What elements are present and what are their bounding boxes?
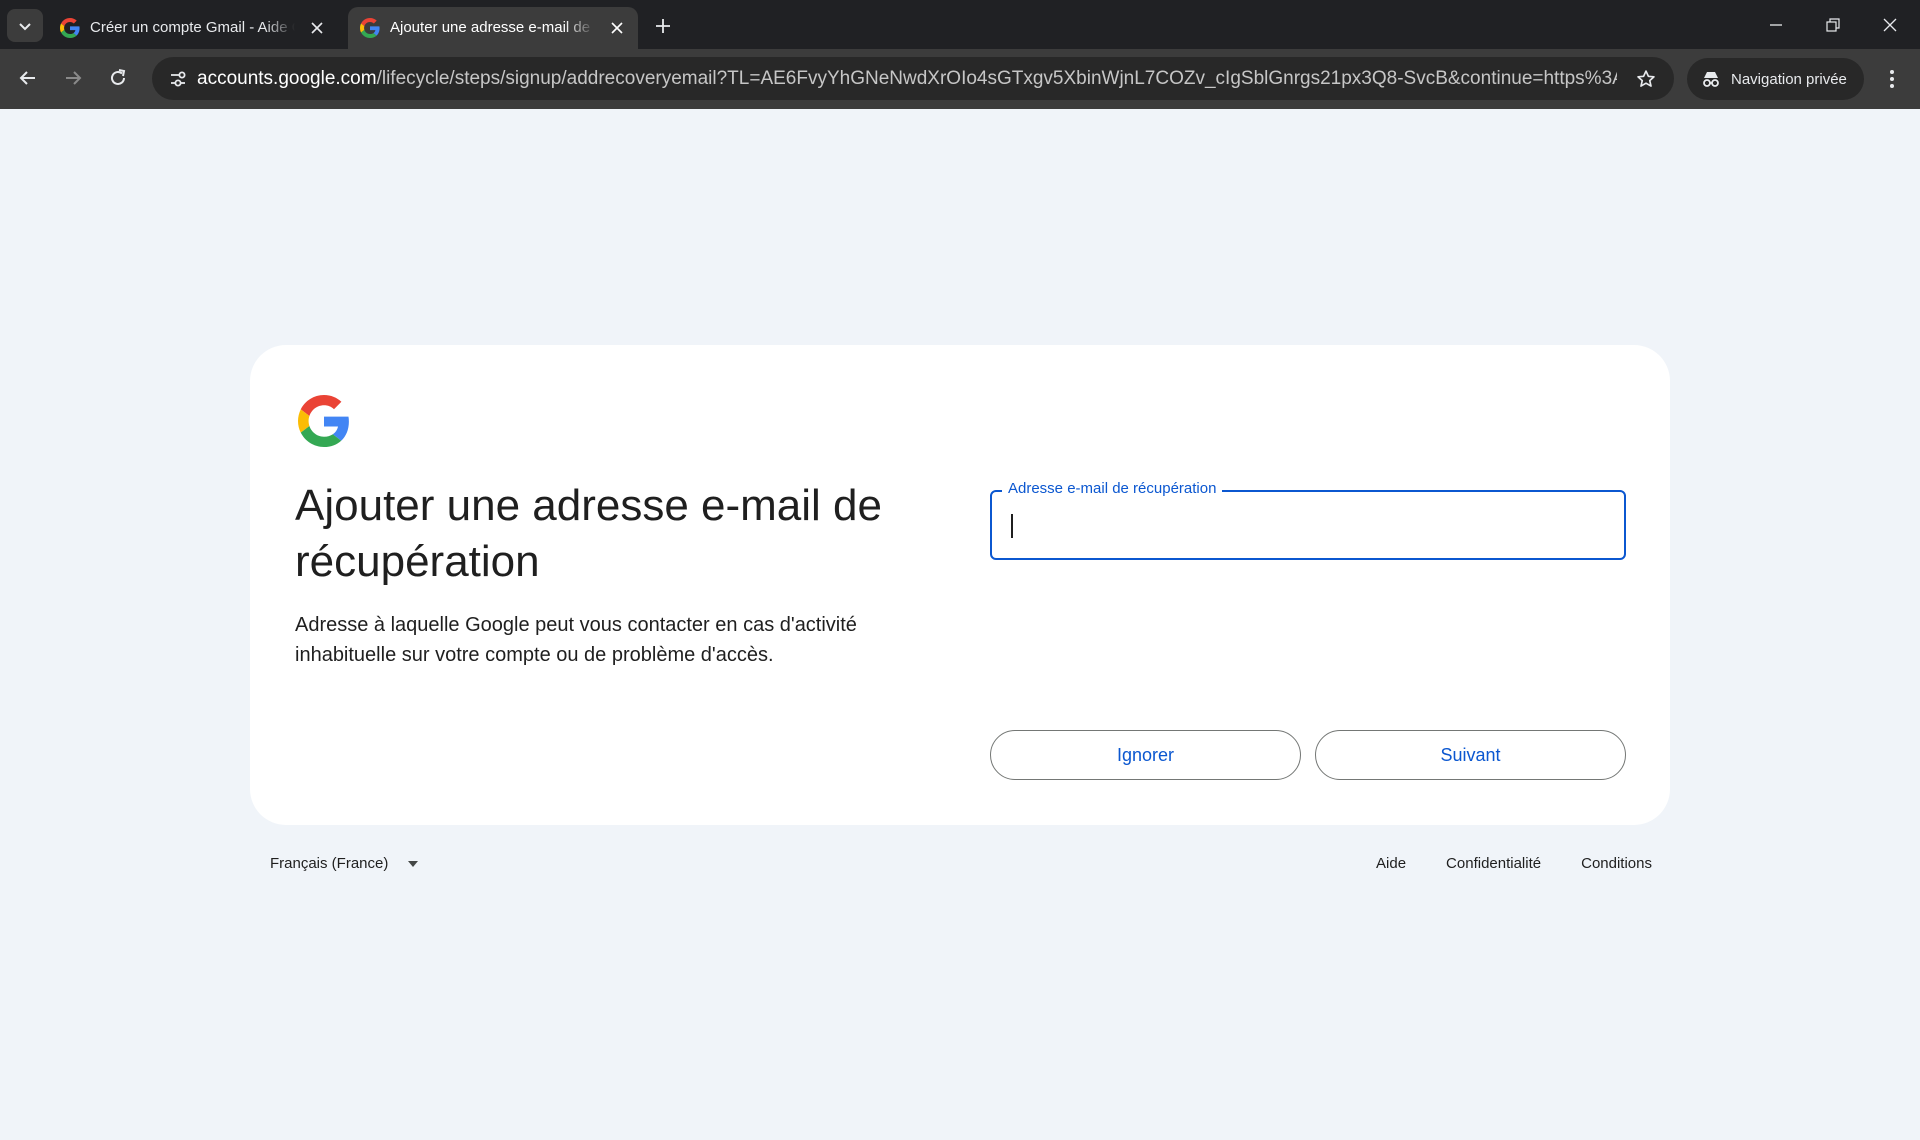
google-favicon-icon <box>360 18 380 38</box>
recovery-email-input[interactable] <box>1008 508 1608 542</box>
tab-close-button[interactable] <box>306 17 328 39</box>
page-description: Adresse à laquelle Google peut vous cont… <box>295 614 857 666</box>
signup-card: Ajouter une adresse e-mail de récupérati… <box>250 345 1670 825</box>
footer: Français (France) Aide Confidentialité C… <box>250 852 1670 882</box>
browser-toolbar: accounts.google.com/lifecycle/steps/sign… <box>0 49 1920 109</box>
privacy-link[interactable]: Confidentialité <box>1446 855 1541 872</box>
recovery-email-label: Adresse e-mail de récupération <box>1002 480 1223 497</box>
restore-icon <box>1826 17 1840 32</box>
url-path: /lifecycle/steps/signup/addrecoveryemail… <box>376 68 1617 89</box>
footer-links: Aide Confidentialité Conditions <box>1336 855 1652 872</box>
recovery-email-field[interactable]: Adresse e-mail de récupération <box>990 480 1626 560</box>
back-button[interactable] <box>11 61 45 95</box>
reload-button[interactable] <box>101 61 135 95</box>
star-icon <box>1637 70 1655 87</box>
tab-search-button[interactable] <box>7 9 43 42</box>
forward-button[interactable] <box>56 61 90 95</box>
url-text[interactable]: accounts.google.com/lifecycle/steps/sign… <box>197 68 1617 90</box>
close-window-button[interactable] <box>1862 0 1918 49</box>
language-selector[interactable]: Français (France) <box>270 855 419 872</box>
tab-recovery-email[interactable]: Ajouter une adresse e-mail de récupérati… <box>348 7 638 49</box>
browser-menu-button[interactable] <box>1876 62 1908 96</box>
terms-link[interactable]: Conditions <box>1581 855 1652 872</box>
address-bar[interactable]: accounts.google.com/lifecycle/steps/sign… <box>152 57 1674 100</box>
reload-icon <box>111 69 126 85</box>
close-icon <box>311 22 323 34</box>
skip-button[interactable]: Ignorer <box>990 730 1301 780</box>
tab-strip: Créer un compte Gmail - Aide Gmail Ajout… <box>0 0 1920 49</box>
google-logo-icon <box>298 395 349 447</box>
google-favicon-icon <box>60 18 80 38</box>
tab-search-icon <box>19 22 31 30</box>
language-label: Français (France) <box>270 855 389 872</box>
incognito-icon <box>1701 70 1721 88</box>
dropdown-arrow-icon <box>408 860 419 867</box>
text-caret <box>1011 514 1013 538</box>
plus-icon <box>656 19 670 33</box>
close-icon <box>1883 18 1897 31</box>
kebab-menu-icon <box>1890 70 1894 88</box>
tab-title: Ajouter une adresse e-mail de récupérati… <box>390 19 595 36</box>
tab-gmail-help[interactable]: Créer un compte Gmail - Aide Gmail <box>48 7 338 49</box>
incognito-indicator[interactable]: Navigation privée <box>1687 58 1864 100</box>
minimize-icon <box>1770 23 1782 26</box>
help-link[interactable]: Aide <box>1376 855 1406 872</box>
close-icon <box>611 22 623 34</box>
back-icon <box>19 71 35 85</box>
site-info-icon <box>171 71 186 87</box>
incognito-label: Navigation privée <box>1731 70 1847 88</box>
url-host: accounts.google.com <box>197 68 377 89</box>
page-title: Ajouter une adresse e-mail de récupérati… <box>295 481 882 586</box>
restore-button[interactable] <box>1805 0 1861 49</box>
site-info-button[interactable] <box>162 63 194 95</box>
tab-close-button[interactable] <box>606 17 628 39</box>
minimize-button[interactable] <box>1748 0 1804 49</box>
bookmark-button[interactable] <box>1632 65 1660 93</box>
tab-title: Créer un compte Gmail - Aide Gmail <box>90 19 295 36</box>
forward-icon <box>66 71 82 85</box>
next-button[interactable]: Suivant <box>1315 730 1626 780</box>
new-tab-button[interactable] <box>650 13 676 39</box>
